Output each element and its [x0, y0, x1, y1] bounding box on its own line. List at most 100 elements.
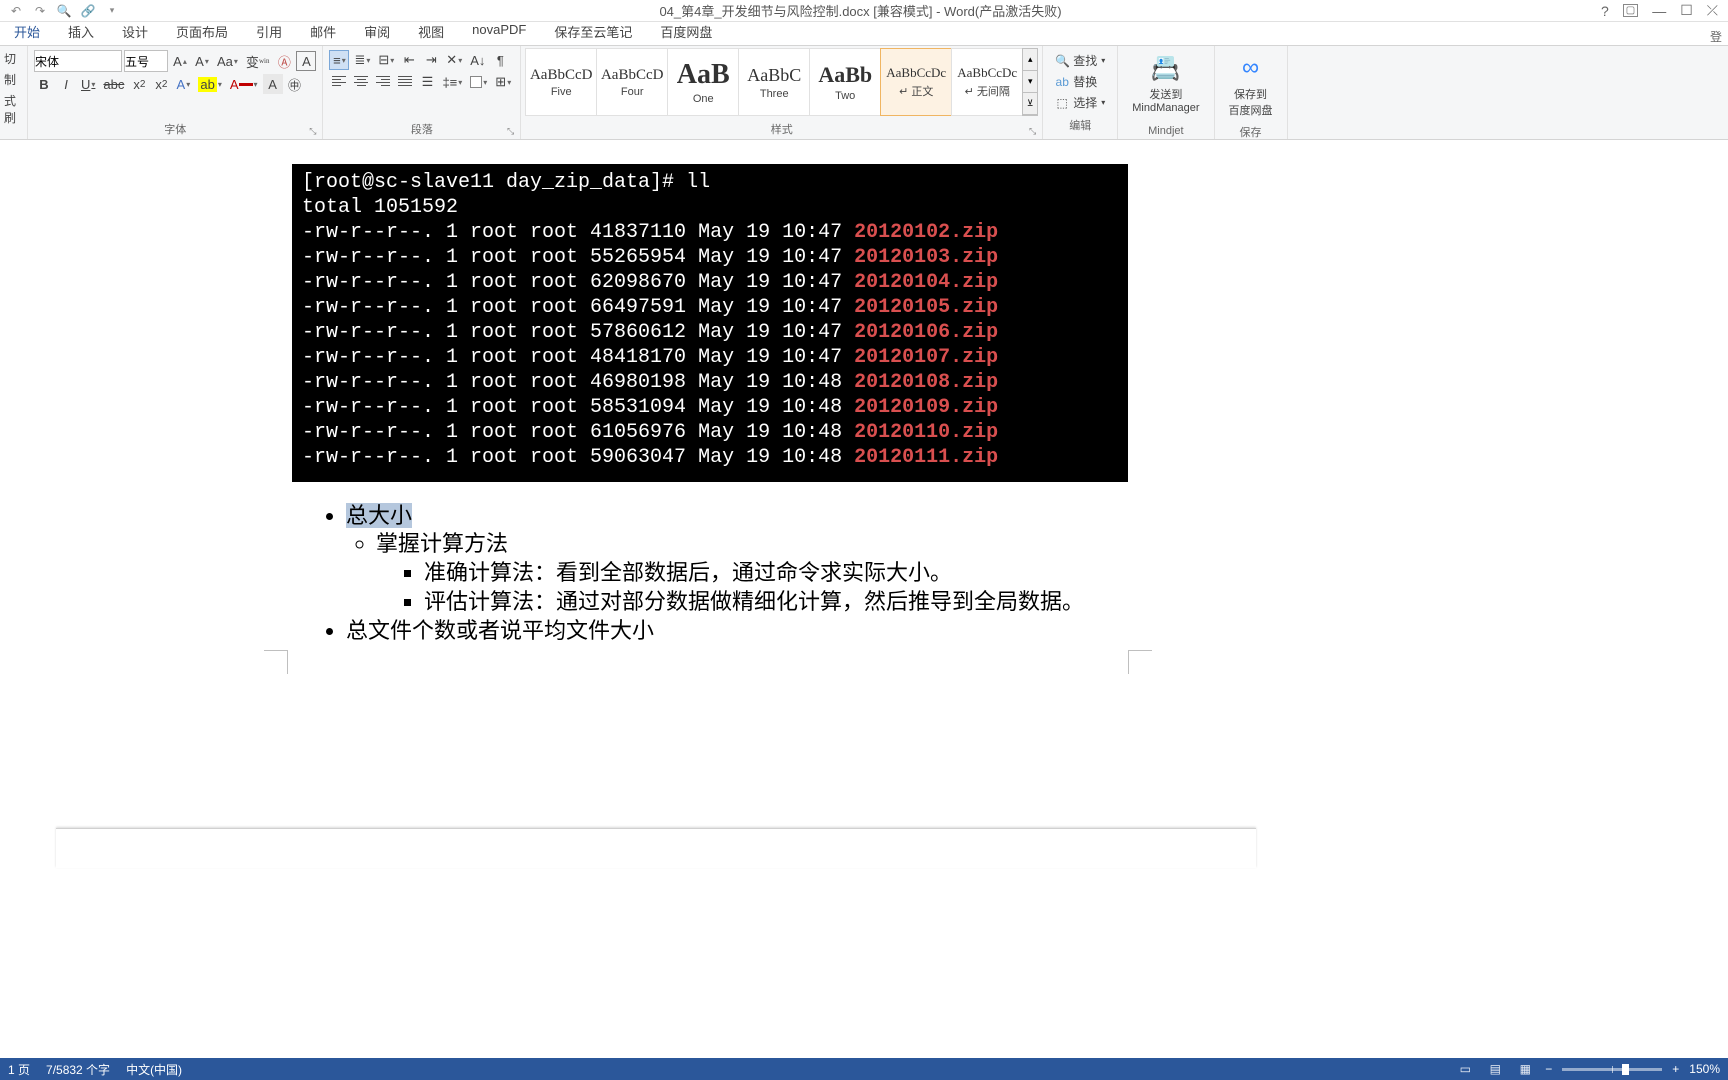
bullet-methods[interactable]: 掌握计算方法 [376, 530, 1084, 558]
text-effects-button[interactable]: A▾ [173, 74, 193, 94]
align-right-button[interactable] [373, 72, 393, 92]
view-read-icon[interactable]: ▭ [1455, 1061, 1475, 1077]
format-painter-button[interactable]: 式刷 [4, 90, 23, 128]
styles-group-label[interactable]: 样式 [525, 119, 1038, 139]
font-group: A▴ A▾ Aa▾ 变win Ⓐ A B I U▾ abc x2 x2 A▾ a… [28, 46, 323, 139]
style-item-Five[interactable]: AaBbCcDFive [525, 48, 597, 116]
tab-4[interactable]: 引用 [242, 18, 296, 45]
enclose-char-button[interactable]: A [296, 51, 316, 71]
replace-button[interactable]: ab替换 [1051, 71, 1109, 92]
view-web-icon[interactable]: ▦ [1515, 1061, 1535, 1077]
status-page[interactable]: 1 页 [8, 1061, 30, 1078]
char-shading-button[interactable]: A [263, 74, 283, 94]
subscript-button[interactable]: x2 [129, 74, 149, 94]
font-group-label[interactable]: 字体 [32, 119, 318, 139]
send-to-mindmanager-button[interactable]: 📇 发送到 MindManager [1122, 48, 1209, 118]
change-case-button[interactable]: Aa▾ [214, 51, 241, 71]
terminal-prompt: [root@sc-slave11 day_zip_data]# ll [302, 170, 1118, 195]
style-item-One[interactable]: AaBOne [667, 48, 739, 116]
maximize-icon[interactable]: ☐ [1680, 2, 1693, 19]
minimize-icon[interactable]: — [1652, 3, 1666, 19]
multilevel-list-button[interactable]: ⊟▾ [375, 50, 397, 70]
shading-button[interactable]: ▾ [467, 72, 490, 92]
document-text[interactable]: 总大小 掌握计算方法 准确计算法：看到全部数据后，通过命令求实际大小。 评估计算… [316, 502, 1084, 646]
paragraph-group-label[interactable]: 段落 [327, 119, 516, 139]
tab-0[interactable]: 开始 [0, 18, 54, 45]
select-button[interactable]: ⬚选择 ▾ [1051, 92, 1109, 113]
edit-group: 🔍查找 ▾ ab替换 ⬚选择 ▾ 编辑 [1043, 46, 1118, 139]
align-center-button[interactable] [351, 72, 371, 92]
styles-scroll-down[interactable]: ▾ [1023, 71, 1037, 93]
phonetic-guide-button[interactable]: 变win [243, 51, 273, 71]
style-item-Two[interactable]: AaBbTwo [809, 48, 881, 116]
asian-para-button[interactable]: ✕▾ [443, 50, 465, 70]
bold-button[interactable]: B [34, 74, 54, 94]
highlight-button[interactable]: ab▾ [195, 74, 224, 94]
style-item-Four[interactable]: AaBbCcDFour [596, 48, 668, 116]
tab-10[interactable]: 百度网盘 [646, 18, 726, 45]
tab-2[interactable]: 设计 [108, 18, 162, 45]
asian-layout-button[interactable]: ㊥ [285, 74, 305, 94]
font-name-select[interactable] [34, 50, 122, 72]
bullet-file-count[interactable]: 总文件个数或者说平均文件大小 [346, 617, 1084, 645]
sort-button[interactable]: A↓ [467, 50, 488, 70]
styles-expand[interactable]: ⊻ [1023, 93, 1037, 115]
close-icon[interactable]: ⤫ [1707, 2, 1718, 19]
tab-5[interactable]: 邮件 [296, 18, 350, 45]
cut-button[interactable]: 切 [4, 48, 23, 69]
tab-6[interactable]: 审阅 [350, 18, 404, 45]
tab-8[interactable]: novaPDF [458, 18, 540, 45]
borders-button[interactable]: ⊞▾ [492, 72, 514, 92]
save-to-baidu-button[interactable]: ∞ 保存到 百度网盘 [1219, 48, 1283, 122]
status-words[interactable]: 7/5832 个字 [46, 1061, 110, 1078]
distribute-button[interactable]: ☰ [417, 72, 437, 92]
align-left-button[interactable] [329, 72, 349, 92]
zoom-out-button[interactable]: − [1545, 1062, 1552, 1076]
justify-button[interactable] [395, 72, 415, 92]
tab-7[interactable]: 视图 [404, 18, 458, 45]
style-item-Three[interactable]: AaBbCThree [738, 48, 810, 116]
redo-icon[interactable]: ↷ [32, 3, 48, 19]
tab-1[interactable]: 插入 [54, 18, 108, 45]
strikethrough-button[interactable]: abc [100, 74, 127, 94]
zoom-in-button[interactable]: + [1672, 1062, 1679, 1076]
numbering-button[interactable]: ≣▾ [351, 50, 373, 70]
underline-button[interactable]: U▾ [78, 74, 98, 94]
font-color-button[interactable]: A▾ [227, 74, 261, 94]
find-button[interactable]: 🔍查找 ▾ [1051, 50, 1109, 71]
zoom-slider[interactable] [1562, 1068, 1662, 1071]
tab-3[interactable]: 页面布局 [162, 18, 242, 45]
grow-font-button[interactable]: A▴ [170, 51, 190, 71]
status-language[interactable]: 中文(中国) [126, 1061, 182, 1078]
bullets-button[interactable]: ≡▾ [329, 50, 349, 70]
decrease-indent-button[interactable]: ⇤ [399, 50, 419, 70]
style-item-↵ 无间隔[interactable]: AaBbCcDc↵ 无间隔 [951, 48, 1023, 116]
increase-indent-button[interactable]: ⇥ [421, 50, 441, 70]
bullet-estimate-method[interactable]: 评估计算法：通过对部分数据做精细化计算，然后推导到全局数据。 [424, 588, 1084, 616]
undo-icon[interactable]: ↶ [8, 3, 24, 19]
paragraph-group: ≡▾ ≣▾ ⊟▾ ⇤ ⇥ ✕▾ A↓ ¶ ☰ ‡≡▾ ▾ ⊞▾ 段落 [323, 46, 521, 139]
qat-dropdown-icon[interactable]: ▾ [104, 3, 120, 19]
bullet-total-size[interactable]: 总大小 掌握计算方法 准确计算法：看到全部数据后，通过命令求实际大小。 评估计算… [346, 502, 1084, 616]
help-icon[interactable]: ? [1601, 3, 1609, 19]
ribbon-collapse-icon[interactable]: ▢ [1623, 4, 1638, 17]
zoom-level[interactable]: 150% [1689, 1062, 1720, 1076]
shrink-font-button[interactable]: A▾ [192, 51, 212, 71]
print-preview-icon[interactable]: 🔍 [56, 3, 72, 19]
baidu-icon: ∞ [1235, 52, 1267, 84]
italic-button[interactable]: I [56, 74, 76, 94]
clear-format-button[interactable]: Ⓐ [274, 51, 294, 71]
style-item-↵ 正文[interactable]: AaBbCcDc↵ 正文 [880, 48, 952, 116]
bullet-exact-method[interactable]: 准确计算法：看到全部数据后，通过命令求实际大小。 [424, 559, 1084, 587]
sync-icon[interactable]: 🔗 [80, 3, 96, 19]
view-print-icon[interactable]: ▤ [1485, 1061, 1505, 1077]
styles-scroll-up[interactable]: ▴ [1023, 49, 1037, 71]
copy-button[interactable]: 制 [4, 69, 23, 90]
font-size-select[interactable] [124, 50, 168, 72]
document-area[interactable]: [root@sc-slave11 day_zip_data]# ll total… [0, 140, 1728, 1058]
superscript-button[interactable]: x2 [151, 74, 171, 94]
login-button[interactable]: 登 [1710, 28, 1728, 45]
show-marks-button[interactable]: ¶ [490, 50, 510, 70]
line-spacing-button[interactable]: ‡≡▾ [439, 72, 465, 92]
tab-9[interactable]: 保存至云笔记 [540, 18, 646, 45]
